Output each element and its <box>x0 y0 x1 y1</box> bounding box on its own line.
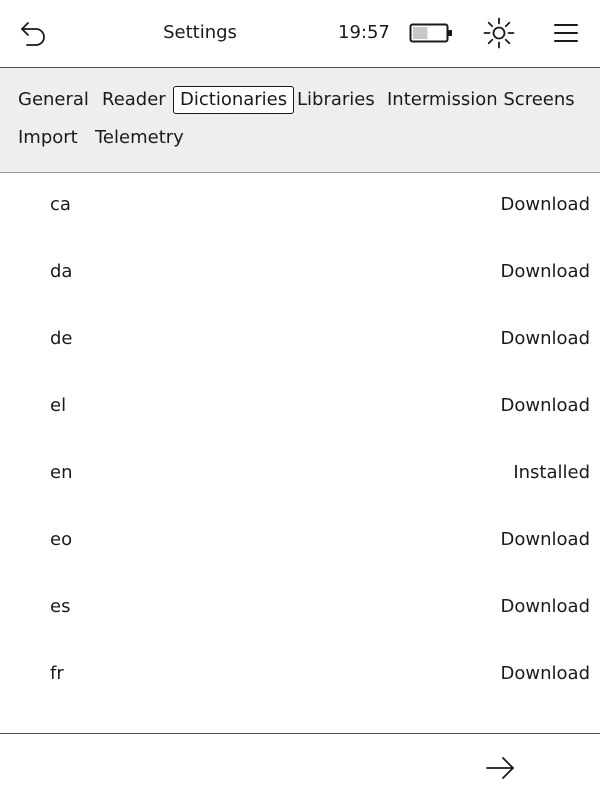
battery-icon <box>409 23 452 43</box>
download-button[interactable]: Download <box>501 527 590 553</box>
menu-button[interactable] <box>547 14 585 52</box>
dictionary-language: en <box>50 462 73 483</box>
tab-telemetry[interactable]: Telemetry <box>95 125 184 151</box>
tab-dictionaries[interactable]: Dictionaries <box>173 86 295 114</box>
dictionary-row-da[interactable]: da Download <box>0 239 600 306</box>
installed-status[interactable]: Installed <box>513 460 590 486</box>
back-button[interactable] <box>14 14 52 52</box>
back-arrow-icon <box>21 22 45 46</box>
dictionary-language: da <box>50 261 73 282</box>
tab-intermission-screens[interactable]: Intermission Screens <box>387 87 575 113</box>
dictionary-row-ca[interactable]: ca Download <box>0 172 600 239</box>
bottom-bar <box>0 733 600 801</box>
page-title: Settings <box>163 22 237 43</box>
download-button[interactable]: Download <box>501 259 590 285</box>
dictionary-language: eo <box>50 529 73 550</box>
dictionary-row-es[interactable]: es Download <box>0 574 600 641</box>
dictionary-language: ca <box>50 194 71 215</box>
dictionary-language: el <box>50 395 67 416</box>
tab-libraries[interactable]: Libraries <box>297 87 375 113</box>
frontlight-button[interactable] <box>480 14 518 52</box>
battery-indicator[interactable] <box>408 20 456 46</box>
download-button[interactable]: Download <box>501 661 590 687</box>
download-button[interactable]: Download <box>501 192 590 218</box>
dictionary-language: es <box>50 596 71 617</box>
dictionary-row-de[interactable]: de Download <box>0 306 600 373</box>
download-button[interactable]: Download <box>501 393 590 419</box>
clock[interactable]: 19:57 <box>338 19 390 47</box>
tab-reader[interactable]: Reader <box>102 87 166 113</box>
dictionary-language: de <box>50 328 73 349</box>
tab-import[interactable]: Import <box>18 125 78 151</box>
hamburger-menu-icon <box>554 24 578 42</box>
dictionary-row-el[interactable]: el Download <box>0 373 600 440</box>
download-button[interactable]: Download <box>501 326 590 352</box>
dictionary-row-en[interactable]: en Installed <box>0 440 600 507</box>
right-arrow-icon <box>486 757 514 779</box>
dictionary-row-eo[interactable]: eo Download <box>0 507 600 574</box>
top-bar: Settings 19:57 <box>0 0 600 68</box>
download-button[interactable]: Download <box>501 594 590 620</box>
settings-category-tabs: General Reader Dictionaries Libraries In… <box>0 68 600 173</box>
tab-general[interactable]: General <box>18 87 89 113</box>
sun-icon <box>483 17 515 49</box>
next-page-button[interactable] <box>480 748 520 788</box>
dictionary-row-fr[interactable]: fr Download <box>0 641 600 708</box>
dictionary-language: fr <box>50 663 64 684</box>
